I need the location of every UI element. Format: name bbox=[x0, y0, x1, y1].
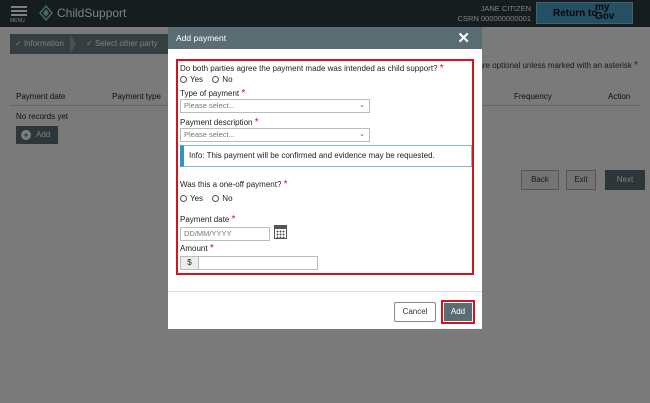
payment-form: Do both parties agree the payment made w… bbox=[176, 59, 474, 275]
payment-description-select[interactable]: Please select... ⌄ bbox=[180, 128, 370, 142]
type-of-payment-label: Type of payment * bbox=[180, 88, 246, 99]
payment-date-label: Payment date * bbox=[180, 214, 236, 225]
amount-field[interactable]: $ bbox=[180, 256, 318, 270]
close-icon[interactable]: ✕ bbox=[457, 29, 470, 47]
add-payment-dialog: Add payment ✕ Do both parties agree the … bbox=[168, 27, 482, 329]
chevron-down-icon: ⌄ bbox=[359, 102, 365, 109]
calendar-icon[interactable] bbox=[274, 225, 287, 239]
intended-no-radio[interactable] bbox=[212, 76, 220, 83]
chevron-down-icon: ⌄ bbox=[359, 131, 365, 138]
currency-prefix: $ bbox=[181, 257, 199, 269]
one-off-question: Was this a one-off payment? * bbox=[180, 179, 288, 190]
intended-radio-group: Yes No bbox=[180, 75, 240, 84]
dialog-footer-divider bbox=[168, 291, 482, 292]
payment-date-input[interactable]: DD/MM/YYYY bbox=[180, 227, 270, 241]
dialog-title: Add payment bbox=[176, 33, 227, 43]
one-off-no-radio[interactable] bbox=[212, 195, 220, 202]
payment-description-label: Payment description * bbox=[180, 117, 259, 128]
intended-question: Do both parties agree the payment made w… bbox=[180, 63, 444, 74]
one-off-yes-radio[interactable] bbox=[180, 195, 187, 202]
info-alert: Info: This payment will be confirmed and… bbox=[180, 145, 472, 167]
dialog-header: Add payment ✕ bbox=[168, 27, 482, 49]
amount-label: Amount * bbox=[180, 243, 214, 254]
one-off-radio-group: Yes No bbox=[180, 194, 240, 203]
intended-yes-radio[interactable] bbox=[180, 76, 187, 83]
type-of-payment-select[interactable]: Please select... ⌄ bbox=[180, 99, 370, 113]
add-button-highlight: Add bbox=[441, 300, 475, 324]
add-button[interactable]: Add bbox=[444, 303, 472, 321]
cancel-button[interactable]: Cancel bbox=[394, 302, 436, 322]
